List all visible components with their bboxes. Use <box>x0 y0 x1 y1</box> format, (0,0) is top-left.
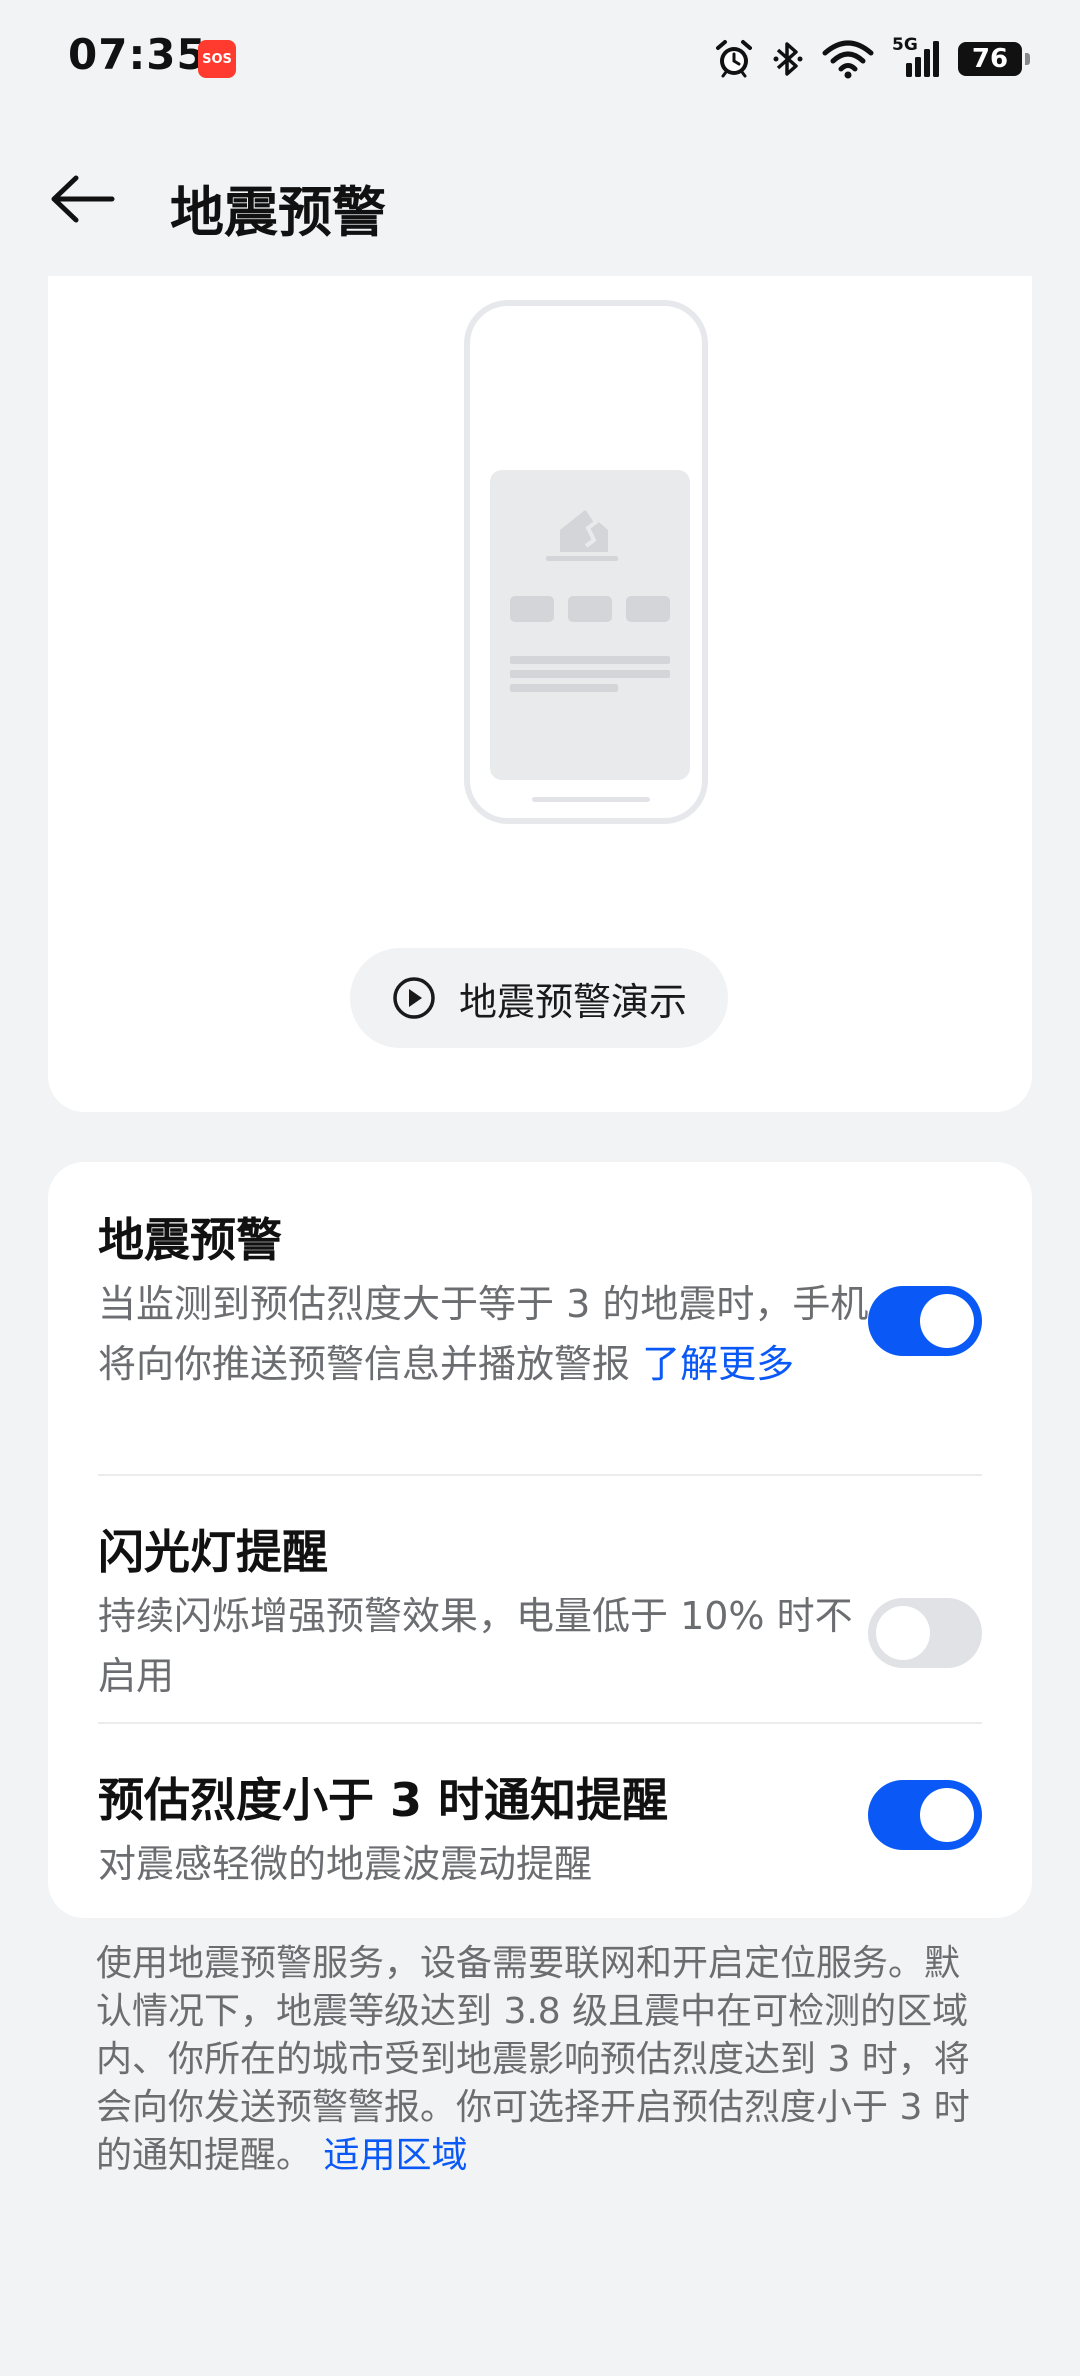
cellular-signal-icon: 5G <box>892 35 940 81</box>
learn-more-link[interactable]: 了解更多 <box>642 1342 794 1386</box>
low-intensity-notice-toggle[interactable] <box>868 1780 982 1850</box>
phone-illustration <box>464 300 708 824</box>
bluetooth-icon <box>772 38 804 80</box>
setting-low-intensity-notice: 预估烈度小于 3 时通知提醒 对震感轻微的地震波震动提醒 <box>48 1724 1032 1918</box>
sos-badge: SOS <box>198 40 236 78</box>
app-header: 地震预警 <box>0 140 1080 260</box>
demo-button-label: 地震预警演示 <box>458 979 687 1024</box>
back-button[interactable] <box>46 166 118 232</box>
setting-description: 当监测到预估烈度大于等于 3 的地震时，手机将向你推送预警信息并播放警报 了解更… <box>98 1282 869 1386</box>
demo-card: 地震预警演示 <box>48 276 1032 1112</box>
battery-icon: 76 <box>958 42 1030 76</box>
setting-description: 持续闪烁增强预警效果，电量低于 10% 时不启用 <box>98 1594 853 1698</box>
setting-title: 地震预警 <box>98 1213 282 1267</box>
settings-card: 地震预警 当监测到预估烈度大于等于 3 的地震时，手机将向你推送预警信息并播放警… <box>48 1162 1032 1918</box>
setting-flash-alert: 闪光灯提醒 持续闪烁增强预警效果，电量低于 10% 时不启用 <box>48 1476 1032 1724</box>
status-time: 07:35 <box>68 30 207 79</box>
page-title: 地震预警 <box>170 181 386 244</box>
toggle-knob <box>920 1788 974 1842</box>
back-arrow-icon <box>51 175 115 223</box>
wifi-icon <box>822 39 874 79</box>
phone-screen-illustration <box>490 470 690 780</box>
toggle-knob <box>876 1606 930 1660</box>
alarm-icon <box>714 38 754 80</box>
flash-alert-toggle[interactable] <box>868 1598 982 1668</box>
setting-title: 预估烈度小于 3 时通知提醒 <box>98 1773 669 1827</box>
applicable-regions-link[interactable]: 适用区域 <box>323 2135 467 2176</box>
status-bar: 07:35 SOS 5G 76 <box>0 0 1080 120</box>
footer-text: 使用地震预警服务，设备需要联网和开启定位服务。默认情况下，地震等级达到 3.8 … <box>96 1943 970 2176</box>
setting-earthquake-alert: 地震预警 当监测到预估烈度大于等于 3 的地震时，手机将向你推送预警信息并播放警… <box>48 1162 1032 1476</box>
toggle-knob <box>920 1294 974 1348</box>
demo-play-button[interactable]: 地震预警演示 <box>350 948 728 1048</box>
setting-description: 对震感轻微的地震波震动提醒 <box>98 1842 593 1886</box>
setting-title: 闪光灯提醒 <box>98 1525 328 1579</box>
phone-home-bar <box>532 797 650 802</box>
earthquake-alert-toggle[interactable] <box>868 1286 982 1356</box>
footer-note: 使用地震预警服务，设备需要联网和开启定位服务。默认情况下，地震等级达到 3.8 … <box>96 1940 976 2180</box>
status-icons: 5G 76 <box>714 34 1030 84</box>
play-icon <box>393 977 435 1019</box>
